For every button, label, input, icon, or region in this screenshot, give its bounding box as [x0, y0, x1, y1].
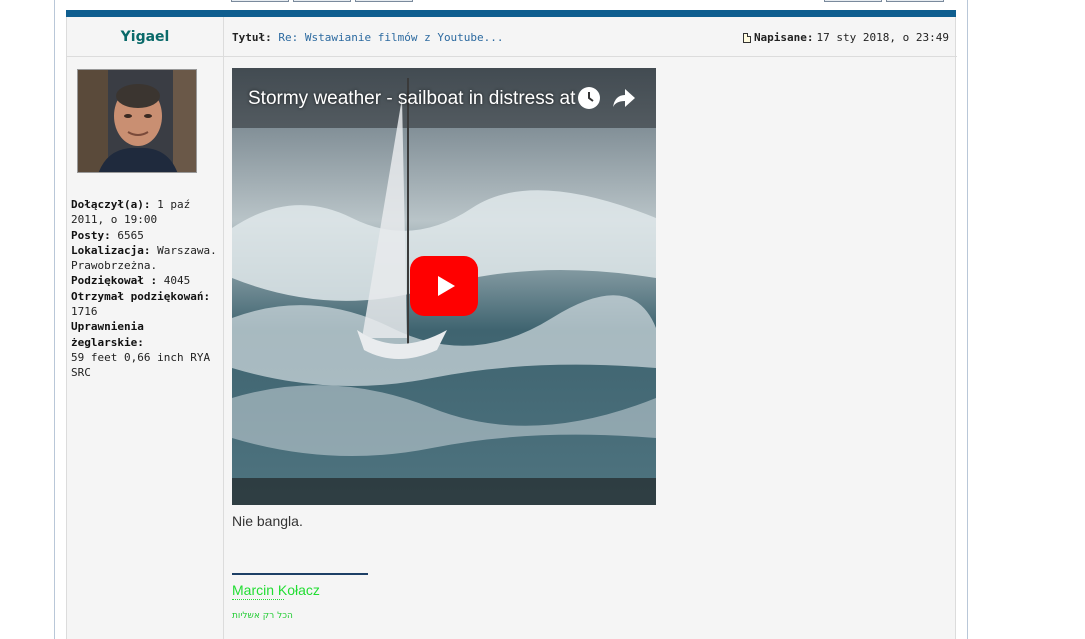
signature-name: Marcin Kołacz: [232, 582, 320, 598]
author-header: Yigael: [67, 17, 223, 57]
location-label: Lokalizacja:: [71, 243, 151, 257]
post-subject: Tytuł: Re: Wstawianie filmów z Youtube..…: [232, 31, 504, 44]
avatar[interactable]: [77, 69, 197, 173]
thanked-value: 4045: [163, 274, 191, 288]
clock-icon[interactable]: [578, 87, 600, 109]
doc-icon[interactable]: [742, 32, 751, 43]
signature-dots: [232, 599, 284, 600]
youtube-video-embed[interactable]: Stormy weather - sailboat in distress at…: [232, 68, 656, 505]
post-divider-bar: [66, 10, 956, 17]
author-profile: Dołączył(a): 1 paź 2011, o 19:00 Posty: …: [71, 197, 221, 381]
license-value: 59 feet 0,66 inch RYA SRC: [71, 350, 211, 380]
thanked-label: Podziękował :: [71, 274, 158, 288]
received-value: 1716: [71, 305, 98, 319]
avatar-image: [78, 70, 196, 172]
joined-label: Dołączył(a):: [71, 198, 151, 211]
toolbar-button-1[interactable]: [231, 0, 289, 2]
toolbar-button-4[interactable]: [824, 0, 882, 2]
post-header: Tytuł: Re: Wstawianie filmów z Youtube..…: [224, 17, 957, 57]
post-date: Napisane: 17 sty 2018, o 23:49: [742, 31, 949, 44]
posts-label: Posty:: [71, 228, 111, 242]
toolbar-button-3[interactable]: [355, 0, 413, 2]
forum-post: Yigael Dołączył(a): 1 paź 2011, o 19:00 …: [66, 17, 957, 639]
play-icon[interactable]: [410, 256, 478, 316]
post-content-column: Tytuł: Re: Wstawianie filmów z Youtube..…: [224, 17, 957, 639]
subject-link[interactable]: Re: Wstawianie filmów z Youtube...: [278, 31, 503, 44]
share-icon[interactable]: [612, 87, 636, 109]
post-body: Nie bangla.: [232, 513, 303, 529]
signature-subtext: הכל רק אשליות: [232, 611, 293, 621]
author-column: Yigael Dołączył(a): 1 paź 2011, o 19:00 …: [67, 17, 224, 639]
posted-label: Napisane:: [753, 31, 814, 44]
subject-label: Tytuł:: [232, 31, 272, 44]
posted-value: 17 sty 2018, o 23:49: [816, 31, 949, 44]
license-label: Uprawnienia żeglarskie:: [71, 320, 144, 349]
video-title[interactable]: Stormy weather - sailboat in distress at…: [248, 88, 596, 110]
toolbar-button-2[interactable]: [293, 0, 351, 2]
toolbar-button-5[interactable]: [886, 0, 944, 2]
received-label: Otrzymał podziękowań:: [71, 289, 211, 303]
posts-value: 6565: [117, 228, 144, 242]
author-name[interactable]: Yigael: [121, 29, 170, 45]
signature-divider: [232, 573, 368, 575]
